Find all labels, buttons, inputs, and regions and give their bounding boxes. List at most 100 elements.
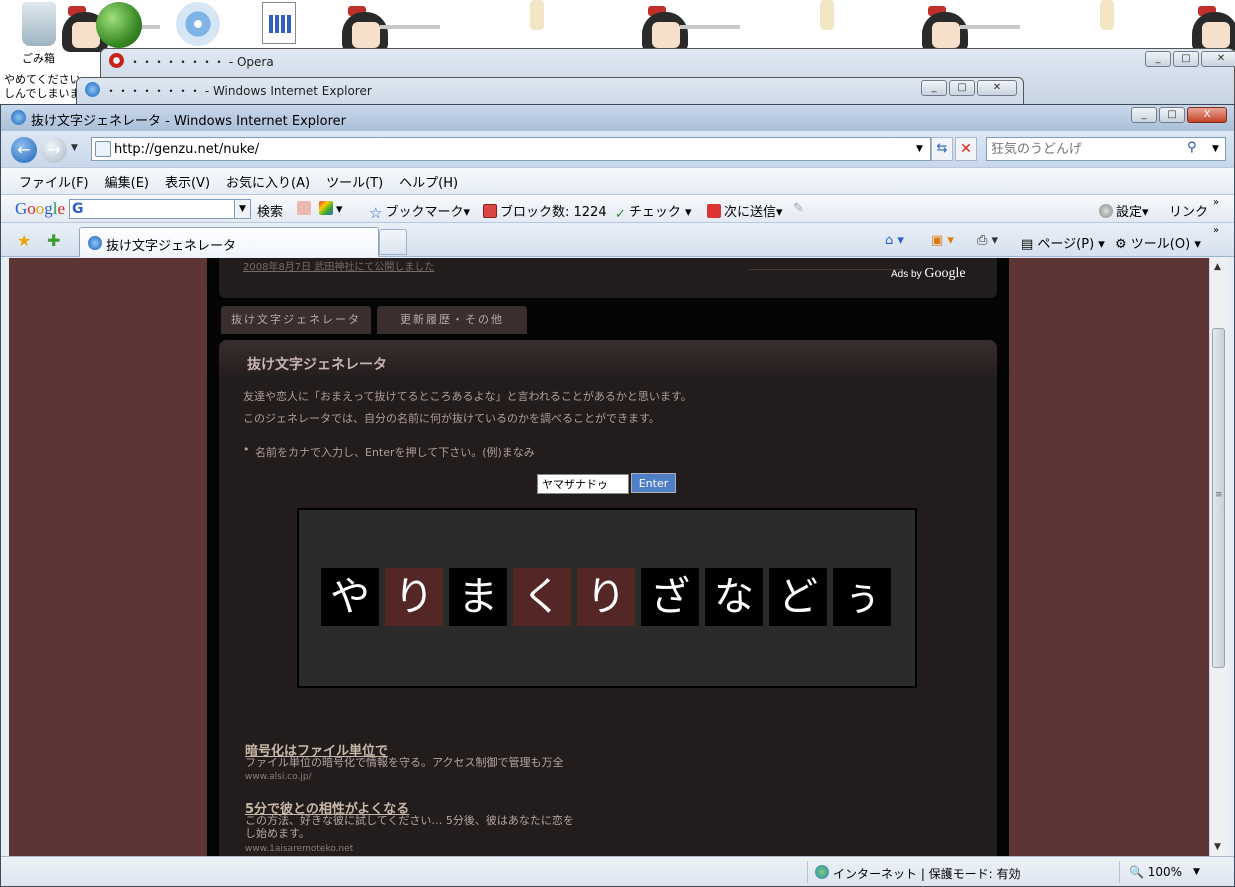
document-icon[interactable] — [262, 2, 296, 44]
close-button[interactable]: ✕ — [1201, 51, 1235, 67]
nav-tab-history[interactable]: 更新履歴・その他 — [377, 306, 527, 334]
close-button[interactable]: X — [1187, 107, 1227, 123]
search-icon[interactable]: ⚲ — [1187, 140, 1197, 155]
scroll-up-icon[interactable]: ▲ — [1214, 262, 1221, 272]
window-title: 抜け文字ジェネレータ - Windows Internet Explorer — [31, 114, 346, 129]
minimize-button[interactable]: _ — [921, 80, 947, 96]
google-logo[interactable]: Google — [15, 199, 65, 219]
maximize-button[interactable]: □ — [1173, 51, 1199, 67]
maximize-button[interactable]: □ — [949, 80, 975, 96]
ie-tab-icon — [88, 236, 102, 250]
header-note[interactable]: 2008年8月7日 武田神社にて公開しました — [243, 258, 434, 273]
page-menu-label: ページ(P) — [1037, 237, 1095, 252]
opera-window-title: ・・・・・・・・ - Opera — [129, 55, 274, 69]
popup-blocker[interactable]: ブロック数: 1224 — [483, 201, 607, 220]
address-toolbar: ← → ▼ ▼ ⇆ ✕ ⚲ ▼ — [1, 131, 1234, 167]
ads-google-label: Google — [924, 266, 966, 281]
links-button[interactable]: リンク — [1169, 201, 1208, 220]
menu-edit[interactable]: 編集(E) — [105, 172, 149, 191]
recycle-bin-icon[interactable] — [22, 2, 56, 46]
scroll-down-icon[interactable]: ▼ — [1214, 842, 1221, 852]
intro-text-2: このジェネレータでは、自分の名前に何が抜けているのかを調べることができます。 — [243, 412, 660, 425]
menu-tools[interactable]: ツール(T) — [326, 172, 383, 191]
recent-pages-dropdown[interactable]: ▼ — [71, 143, 78, 153]
search-dropdown-icon[interactable]: ▼ — [1212, 144, 1219, 154]
maximize-button[interactable]: □ — [1159, 107, 1185, 123]
page-header: 2008年8月7日 武田神社にて公開しました Ads by Google — [219, 258, 997, 298]
address-bar[interactable]: ▼ — [91, 137, 931, 161]
ads-by-google[interactable]: Ads by Google — [891, 266, 966, 282]
pencil-icon[interactable]: ✎ — [793, 201, 804, 216]
status-separator — [1119, 861, 1120, 883]
ad-url[interactable]: www.1aisaremoteko.net — [245, 844, 353, 854]
zoom-value: 100% — [1147, 865, 1183, 879]
popup-icon[interactable]: ▾ — [319, 201, 343, 217]
forward-button[interactable]: → — [41, 137, 67, 163]
result-tile: ぅ — [833, 568, 891, 626]
google-search-input[interactable]: G ▼ — [69, 199, 251, 219]
refresh-button[interactable]: ⇆ — [931, 137, 953, 161]
search-box[interactable]: ⚲ ▼ — [986, 137, 1226, 161]
chevron-more-icon[interactable]: » — [1213, 225, 1219, 236]
result-box: やりまくりざなどぅ — [297, 508, 917, 688]
title-bar[interactable]: 抜け文字ジェネレータ - Windows Internet Explorer _… — [1, 105, 1234, 131]
settings-button[interactable]: 設定▾ — [1099, 201, 1149, 220]
vertical-scrollbar[interactable]: ▲ ≡ ▼ — [1209, 258, 1227, 856]
address-dropdown-icon[interactable]: ▼ — [916, 144, 923, 154]
new-tab-button[interactable] — [379, 229, 407, 255]
security-zone-text[interactable]: インターネット | 保護モード: 有効 — [833, 865, 1021, 882]
nav-tab-generator[interactable]: 抜け文字ジェネレータ — [221, 306, 371, 334]
result-tile: ざ — [641, 568, 699, 626]
enter-button[interactable]: Enter — [631, 473, 676, 493]
send-to-button[interactable]: 次に送信▾ — [707, 201, 783, 220]
menu-bar: ファイル(F) 編集(E) 表示(V) お気に入り(A) ツール(T) ヘルプ(… — [1, 167, 1234, 195]
windows-orb-icon[interactable] — [96, 2, 142, 48]
spellcheck-button[interactable]: ✓ チェック ▾ — [615, 201, 692, 222]
minimize-button[interactable]: _ — [1131, 107, 1157, 123]
settings-label: 設定▾ — [1116, 205, 1149, 220]
opera-caption-buttons: _ □ ✕ — [1145, 51, 1235, 67]
zoom-dropdown-icon[interactable]: ▼ — [1193, 867, 1200, 877]
result-tile: や — [321, 568, 379, 626]
stop-button[interactable]: ✕ — [955, 137, 977, 161]
check-label: チェック — [628, 205, 681, 220]
home-icon[interactable]: ⌂ ▾ — [885, 233, 904, 248]
google-search-dropdown-icon[interactable]: ▼ — [234, 200, 250, 218]
print-icon[interactable]: ⎙ ▾ — [977, 233, 998, 248]
back-button[interactable]: ← — [11, 137, 37, 163]
ad-slot — [749, 258, 901, 270]
close-button[interactable]: ✕ — [977, 80, 1017, 96]
feeds-icon[interactable]: ▣ ▾ — [931, 233, 954, 248]
google-search-button[interactable]: 検索 — [257, 201, 283, 220]
internet-zone-icon — [815, 865, 829, 879]
bookmarks-button[interactable]: ☆ ブックマーク▾ — [369, 201, 470, 222]
ad-description: し始めます。 — [245, 827, 310, 840]
ad-url[interactable]: www.alsi.co.jp/ — [245, 772, 312, 782]
result-tile: ま — [449, 568, 507, 626]
add-favorites-icon[interactable]: ✚ — [47, 231, 60, 250]
menu-view[interactable]: 表示(V) — [165, 172, 210, 191]
tab-active[interactable]: 抜け文字ジェネレータ — [79, 227, 379, 257]
menu-help[interactable]: ヘルプ(H) — [399, 172, 458, 191]
page-menu-button[interactable]: ▤ ページ(P) ▾ — [1021, 233, 1105, 252]
recycle-bin-label: ごみ箱 — [22, 52, 55, 65]
address-input[interactable] — [114, 140, 914, 158]
tools-menu-button[interactable]: ⚙ ツール(O) ▾ — [1115, 233, 1201, 252]
ads-by-label: Ads by — [891, 269, 922, 280]
search-input[interactable] — [991, 140, 1181, 158]
scroll-grip-icon: ≡ — [1215, 490, 1223, 500]
ad-description: ファイル単位の暗号化で情報を守る。アクセス制御で管理も万全 — [245, 756, 564, 769]
ie-icon — [11, 110, 26, 125]
name-input[interactable] — [537, 474, 629, 494]
favorites-star-icon[interactable]: ★ — [17, 231, 31, 250]
page-icon — [95, 141, 111, 157]
menu-favorites[interactable]: お気に入り(A) — [226, 172, 310, 191]
chevron-more-icon[interactable]: » — [1213, 197, 1219, 208]
itunes-icon[interactable] — [176, 2, 220, 46]
page-body: 2008年8月7日 武田神社にて公開しました Ads by Google 抜け文… — [207, 258, 1009, 856]
highlight-icon[interactable] — [297, 201, 314, 217]
zoom-level[interactable]: 🔍 100% — [1129, 865, 1182, 879]
minimize-button[interactable]: _ — [1145, 51, 1171, 67]
menu-file[interactable]: ファイル(F) — [19, 172, 89, 191]
content-panel: 抜け文字ジェネレータ 友達や恋人に「おまえって抜けてるところあるよな」と言われる… — [219, 340, 997, 856]
